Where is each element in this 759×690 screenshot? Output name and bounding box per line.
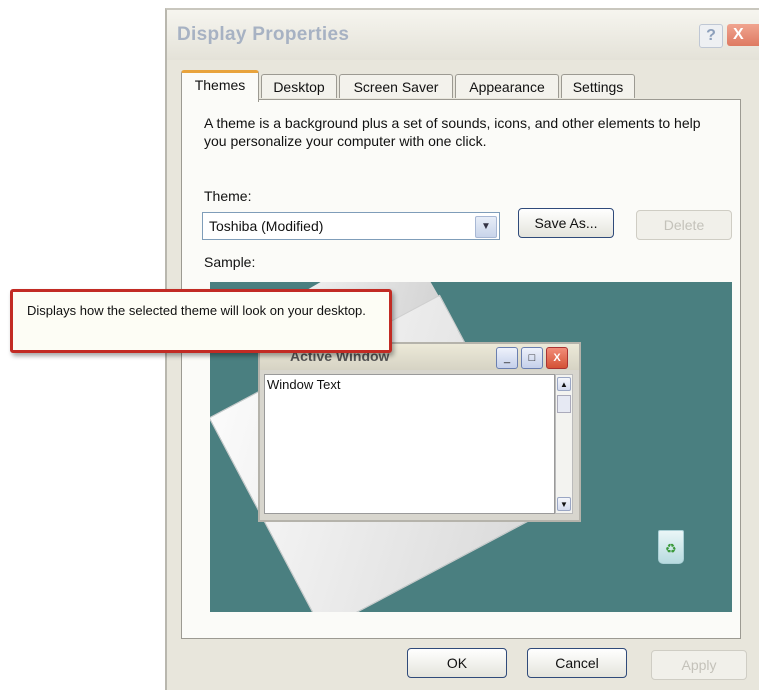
theme-select[interactable]: Toshiba (Modified) ▼ (202, 212, 500, 240)
themes-panel: A theme is a background plus a set of so… (181, 99, 741, 639)
tab-desktop[interactable]: Desktop (261, 74, 337, 98)
minimize-icon: _ (496, 347, 518, 369)
cancel-button[interactable]: Cancel (527, 648, 627, 678)
chevron-down-icon[interactable]: ▼ (475, 216, 497, 238)
tab-screen-saver[interactable]: Screen Saver (339, 74, 453, 98)
ok-button[interactable]: OK (407, 648, 507, 678)
maximize-icon: □ (521, 347, 543, 369)
title-bar[interactable]: Display Properties ? X (167, 10, 759, 60)
scroll-down-icon: ▼ (557, 497, 571, 511)
delete-button[interactable]: Delete (636, 210, 732, 240)
window-title: Display Properties (177, 24, 350, 45)
tab-settings[interactable]: Settings (561, 74, 635, 98)
theme-selected-value: Toshiba (Modified) (209, 218, 324, 234)
apply-button[interactable]: Apply (651, 650, 747, 680)
tab-appearance[interactable]: Appearance (455, 74, 559, 98)
sample-label: Sample: (204, 254, 256, 270)
recycle-symbol-icon: ♻ (665, 541, 677, 556)
recycle-bin-icon: ♻ (658, 530, 684, 564)
sample-scrollbar: ▲ ▼ (555, 374, 573, 514)
scroll-thumb (557, 395, 571, 413)
sample-window-body: Window Text (264, 374, 555, 514)
theme-description: A theme is a background plus a set of so… (204, 115, 701, 149)
sample-window-text: Window Text (267, 377, 341, 392)
tooltip-text: Displays how the selected theme will loo… (27, 303, 366, 318)
sample-tooltip: Displays how the selected theme will loo… (10, 289, 392, 353)
help-button[interactable]: ? (699, 24, 723, 48)
scroll-up-icon: ▲ (557, 377, 571, 391)
save-as-button[interactable]: Save As... (518, 208, 614, 238)
close-icon: X (546, 347, 568, 369)
tab-themes[interactable]: Themes (181, 70, 259, 102)
theme-label: Theme: (204, 188, 252, 204)
sample-active-window: Active Window _ □ X Window Text ▲ ▼ (258, 342, 581, 522)
close-button[interactable]: X (727, 24, 759, 46)
